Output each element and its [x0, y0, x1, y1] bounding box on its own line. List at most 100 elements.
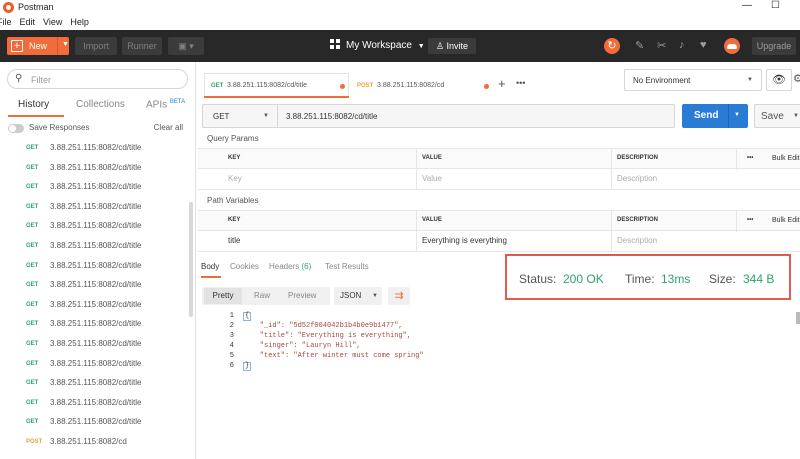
line-number: 2	[229, 322, 234, 330]
value-input[interactable]: Value	[422, 174, 442, 183]
history-item[interactable]: GET 3.88.251.115:8082/cd/title	[0, 258, 190, 277]
save-button[interactable]: Save ▼	[754, 104, 800, 128]
history-item[interactable]: GET 3.88.251.115:8082/cd/title	[0, 140, 190, 159]
menu-file[interactable]: File	[0, 15, 12, 30]
chevron-down-icon[interactable]: ▼	[734, 112, 740, 118]
history-item-url: 3.88.251.115:8082/cd/title	[50, 339, 142, 348]
table-header-row: KEY VALUE DESCRIPTION ••• Bulk Edit	[198, 148, 800, 170]
response-body[interactable]: 1{2 "_id": "5d52f004042b1b4b0e9b1477", 3 …	[200, 312, 800, 459]
import-button[interactable]: Import	[75, 37, 117, 55]
history-item-method: GET	[26, 282, 39, 289]
raw-button[interactable]: Raw	[254, 287, 270, 305]
menu-help[interactable]: Help	[70, 15, 89, 30]
response-scrollbar[interactable]	[796, 312, 800, 324]
history-item[interactable]: GET 3.88.251.115:8082/cd/title	[0, 179, 190, 198]
history-list: GET 3.88.251.115:8082/cd/title GET 3.88.251…	[0, 140, 190, 459]
tab-collections[interactable]: Collections	[76, 99, 125, 110]
new-button[interactable]: + New ▼	[7, 37, 69, 55]
invite-button[interactable]: ♙ Invite	[428, 38, 476, 54]
request-tab-2[interactable]: POST 3.88.251.115:8082/cd	[350, 73, 495, 98]
line-number: 6	[229, 362, 234, 370]
description-input[interactable]: Description	[617, 174, 657, 183]
request-tab-url: 3.88.251.115:8082/cd	[377, 82, 445, 89]
title-bar: Postman — ☐	[0, 0, 800, 15]
tab-cookies[interactable]: Cookies	[230, 262, 259, 271]
history-item-url: 3.88.251.115:8082/cd/title	[50, 162, 142, 172]
history-item-method: GET	[26, 164, 39, 171]
tab-body[interactable]: Body	[201, 262, 219, 271]
status-label: Status:	[519, 272, 557, 286]
wrap-lines-icon[interactable]: ⇉	[388, 287, 410, 305]
history-item[interactable]: GET 3.88.251.115:8082/cd/title	[0, 316, 190, 335]
filter-input[interactable]: ⚲ Filter	[7, 69, 188, 89]
history-item[interactable]: GET 3.88.251.115:8082/cd/title	[0, 238, 190, 257]
sidebar-scrollbar[interactable]	[189, 202, 193, 317]
clear-all-button[interactable]: Clear all	[154, 123, 183, 132]
url-input[interactable]: 3.88.251.115:8082/cd/title	[277, 104, 675, 128]
chevron-down-icon[interactable]: ▼	[793, 113, 799, 119]
add-tab-button[interactable]: +	[498, 76, 506, 91]
value-input[interactable]: Everything is everything	[422, 236, 507, 245]
more-options-icon[interactable]: •••	[747, 155, 753, 161]
tab-history[interactable]: History	[18, 99, 49, 110]
key-input[interactable]: title	[228, 236, 240, 245]
eye-icon[interactable]: 👁	[766, 69, 792, 91]
more-options-icon[interactable]: •••	[747, 217, 753, 223]
runner-button[interactable]: Runner	[122, 37, 162, 55]
bulk-edit-link[interactable]: Bulk Edit	[772, 155, 800, 162]
history-item[interactable]: GET 3.88.251.115:8082/cd/title	[0, 218, 190, 237]
new-window-button[interactable]: ▣ ▾	[168, 37, 204, 55]
upgrade-button[interactable]: Upgrade	[752, 37, 796, 55]
chevron-down-icon[interactable]: ▼	[62, 41, 69, 48]
history-item[interactable]: GET 3.88.251.115:8082/cd/title	[0, 277, 190, 296]
history-item[interactable]: GET 3.88.251.115:8082/cd/title	[0, 160, 190, 179]
menu-view[interactable]: View	[43, 15, 62, 30]
history-item[interactable]: GET 3.88.251.115:8082/cd/title	[0, 395, 190, 414]
tab-headers[interactable]: Headers (6)	[269, 262, 311, 271]
description-input[interactable]: Description	[617, 236, 657, 245]
tab-apis[interactable]: APIs BETA	[146, 99, 185, 110]
format-select[interactable]: JSON ▼	[334, 287, 382, 305]
sync-icon[interactable]: ↻	[604, 38, 620, 54]
query-params-table: KEY VALUE DESCRIPTION ••• Bulk Edit Key …	[198, 148, 800, 190]
bulk-edit-link[interactable]: Bulk Edit	[772, 217, 800, 224]
avatar[interactable]	[724, 38, 740, 54]
history-item-url: 3.88.251.115:8082/cd/title	[50, 319, 142, 329]
history-item-method: GET	[26, 243, 39, 249]
history-item[interactable]: GET 3.88.251.115:8082/cd/title	[0, 375, 190, 394]
bell-icon[interactable]: ♪	[679, 39, 685, 51]
maximize-button[interactable]: ☐	[771, 0, 780, 11]
minimize-button[interactable]: —	[742, 0, 752, 11]
request-tab-method: POST	[357, 83, 374, 89]
menu-edit[interactable]: Edit	[20, 15, 36, 30]
send-button[interactable]: Send ▼	[682, 104, 748, 128]
save-responses-toggle[interactable]	[8, 124, 24, 133]
heart-icon[interactable]: ♥	[700, 39, 707, 51]
more-tabs-icon[interactable]: •••	[516, 78, 525, 88]
history-item-url: 3.88.251.115:8082/cd/title	[50, 417, 142, 427]
code-line: "text": "After winter must come spring"	[243, 352, 424, 360]
history-item[interactable]: GET 3.88.251.115:8082/cd/title	[0, 414, 190, 433]
history-item[interactable]: GET 3.88.251.115:8082/cd/title	[0, 356, 190, 375]
tab-test-results[interactable]: Test Results	[325, 262, 369, 271]
method-label: GET	[213, 112, 230, 121]
preview-button[interactable]: Preview	[288, 287, 316, 305]
line-number: 1	[229, 312, 234, 320]
history-item-url: 3.88.251.115:8082/cd/title	[50, 378, 142, 388]
person-add-icon: ♙	[435, 41, 445, 51]
request-tab-1[interactable]: GET 3.88.251.115:8082/cd/title	[204, 73, 349, 98]
pretty-button[interactable]: Pretty	[204, 288, 242, 304]
history-item[interactable]: GET 3.88.251.115:8082/cd/title	[0, 297, 190, 316]
environment-select[interactable]: No Environment ▼	[624, 69, 762, 91]
workspace-selector[interactable]: My Workspace ▼	[330, 39, 425, 51]
history-item-method: GET	[26, 341, 39, 347]
history-item[interactable]: GET 3.88.251.115:8082/cd/title	[0, 199, 190, 218]
satellite-icon[interactable]: ✎	[635, 39, 644, 52]
wrench-icon[interactable]: ✂	[657, 39, 666, 52]
method-select[interactable]: GET ▼	[202, 104, 277, 128]
history-item-method: GET	[26, 223, 39, 230]
history-item[interactable]: POST 3.88.251.115:8082/cd	[0, 434, 190, 453]
history-item[interactable]: GET 3.88.251.115:8082/cd/title	[0, 336, 190, 355]
key-input[interactable]: Key	[228, 174, 242, 183]
gear-icon[interactable]: ⚙	[793, 72, 800, 85]
